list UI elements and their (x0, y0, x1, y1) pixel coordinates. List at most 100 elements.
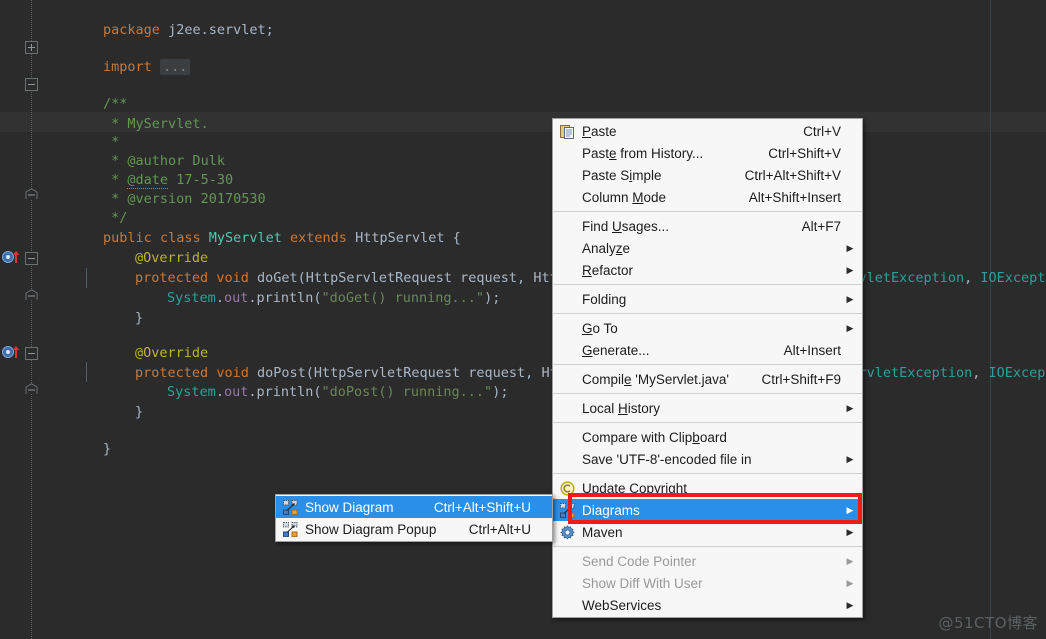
clipboard-paste-icon (556, 122, 578, 140)
import-fold-placeholder[interactable]: ... (159, 59, 191, 75)
menu-item-webservices[interactable]: WebServices ▶ (553, 594, 862, 616)
fold-end-icon[interactable] (25, 289, 38, 300)
menu-separator (553, 546, 862, 547)
menu-item-compare-with-clipboard[interactable]: Compare with Clipboard (553, 426, 862, 448)
menu-separator (553, 313, 862, 314)
code-line: * @author Dulk (103, 153, 225, 169)
fold-end-icon[interactable] (25, 383, 38, 394)
indent-guide (86, 362, 87, 382)
menu-item-paste-from-history[interactable]: Paste from History... Ctrl+Shift+V (553, 142, 862, 164)
code-line: /** (103, 96, 128, 112)
code-line: public class MyServlet extends HttpServl… (103, 230, 461, 246)
menu-item-update-copyright[interactable]: Update Copyright (553, 477, 862, 499)
menu-item-label: Compile 'MyServlet.java' (582, 371, 729, 387)
menu-item-icon-slot (556, 450, 578, 468)
menu-item-shortcut: Ctrl+V (803, 123, 841, 139)
menu-item-icon-slot (556, 188, 578, 206)
editor-context-menu[interactable]: Paste Ctrl+V Paste from History... Ctrl+Shi… (552, 118, 863, 618)
fold-expand-icon[interactable] (25, 41, 38, 54)
menu-item-icon-slot (556, 319, 578, 337)
menu-item-shortcut: Ctrl+Alt+Shift+V (744, 167, 841, 183)
diagram-icon (556, 501, 578, 519)
menu-item-label: Analyze (582, 240, 631, 256)
menu-item-label: Generate... (582, 342, 650, 358)
menu-item-icon-slot (556, 596, 578, 614)
menu-item-icon-slot (556, 574, 578, 592)
menu-item-send-code-pointer: Send Code Pointer ▶ (553, 550, 862, 572)
menu-separator (553, 393, 862, 394)
menu-item-shortcut: Ctrl+Shift+V (768, 145, 841, 161)
menu-item-save-utf-8-encoded-file-in[interactable]: Save 'UTF-8'-encoded file in ▶ (553, 448, 862, 470)
menu-item-shortcut: Alt+F7 (801, 218, 841, 234)
ide-editor-screen: package j2ee.servlet; import ... /** * M… (0, 0, 1046, 639)
menu-item-label: Compare with Clipboard (582, 429, 727, 445)
menu-item-icon-slot (556, 217, 578, 235)
diagram-icon (279, 498, 301, 516)
code-editor[interactable]: package j2ee.servlet; import ... /** * M… (0, 0, 1046, 639)
menu-item-column-mode[interactable]: Column Mode Alt+Shift+Insert (553, 186, 862, 208)
menu-item-icon-slot (556, 290, 578, 308)
menu-item-icon-slot (556, 239, 578, 257)
menu-item-shortcut: Ctrl+Alt+Shift+U (433, 499, 531, 515)
submenu-arrow-icon: ▶ (846, 242, 854, 253)
menu-item-find-usages[interactable]: Find Usages... Alt+F7 (553, 215, 862, 237)
code-line: System.out.println("doGet() running...")… (167, 290, 501, 306)
menu-item-show-diagram-popup[interactable]: Show Diagram Popup Ctrl+Alt+U (276, 518, 552, 540)
menu-item-label: Maven (582, 524, 623, 540)
code-line: @Override (135, 345, 209, 361)
menu-item-icon-slot (556, 428, 578, 446)
menu-item-label: Go To (582, 320, 618, 336)
menu-item-icon-slot (556, 261, 578, 279)
code-line: */ (103, 210, 128, 226)
menu-separator (553, 422, 862, 423)
code-line: System.out.println("doPost() running..."… (167, 384, 509, 400)
diagrams-submenu[interactable]: Show Diagram Ctrl+Alt+Shift+U Show Diagram… (275, 494, 553, 542)
menu-item-label: Save 'UTF-8'-encoded file in (582, 451, 752, 467)
menu-item-icon-slot (556, 341, 578, 359)
overriding-method-icon[interactable] (2, 249, 22, 265)
menu-separator (553, 473, 862, 474)
code-line: * MyServlet. (103, 116, 209, 132)
menu-item-analyze[interactable]: Analyze ▶ (553, 237, 862, 259)
menu-item-label: Paste (582, 123, 617, 139)
fold-collapse-icon[interactable] (25, 78, 38, 91)
submenu-arrow-icon: ▶ (846, 599, 854, 610)
menu-item-paste[interactable]: Paste Ctrl+V (553, 120, 862, 142)
menu-item-refactor[interactable]: Refactor ▶ (553, 259, 862, 281)
menu-item-show-diagram[interactable]: Show Diagram Ctrl+Alt+Shift+U (276, 496, 552, 518)
menu-separator (553, 364, 862, 365)
menu-item-label: Update Copyright (582, 480, 688, 496)
menu-item-shortcut: Ctrl+Shift+F9 (761, 371, 841, 387)
submenu-arrow-icon: ▶ (846, 453, 854, 464)
menu-item-go-to[interactable]: Go To ▶ (553, 317, 862, 339)
code-line: } (135, 310, 144, 326)
menu-item-label: Folding (582, 291, 627, 307)
menu-item-local-history[interactable]: Local History ▶ (553, 397, 862, 419)
menu-item-label: Local History (582, 400, 661, 416)
code-line: * @date 17-5-30 (103, 172, 234, 189)
menu-item-icon-slot (556, 370, 578, 388)
menu-item-label: Diagrams (582, 502, 640, 518)
menu-item-folding[interactable]: Folding ▶ (553, 288, 862, 310)
menu-item-icon-slot (556, 166, 578, 184)
code-line: import ... (38, 37, 191, 75)
menu-item-label: Show Diagram (305, 499, 394, 515)
menu-item-label: Paste Simple (582, 167, 662, 183)
menu-item-maven[interactable]: Maven ▶ (553, 521, 862, 543)
copyright-icon (556, 479, 578, 497)
submenu-arrow-icon: ▶ (846, 555, 854, 566)
menu-item-generate[interactable]: Generate... Alt+Insert (553, 339, 862, 361)
menu-item-paste-simple[interactable]: Paste Simple Ctrl+Alt+Shift+V (553, 164, 862, 186)
menu-item-label: Refactor (582, 262, 634, 278)
overriding-method-icon[interactable] (2, 344, 22, 360)
fold-collapse-icon[interactable] (25, 252, 38, 265)
maven-gear-icon (556, 523, 578, 541)
menu-item-label: Column Mode (582, 189, 667, 205)
menu-item-icon-slot (556, 144, 578, 162)
menu-item-compile-myservlet-java[interactable]: Compile 'MyServlet.java' Ctrl+Shift+F9 (553, 368, 862, 390)
fold-collapse-icon[interactable] (25, 347, 38, 360)
fold-end-icon[interactable] (25, 188, 38, 199)
menu-item-label: Send Code Pointer (582, 553, 697, 569)
menu-item-diagrams[interactable]: Diagrams ▶ (553, 499, 862, 521)
submenu-arrow-icon: ▶ (846, 402, 854, 413)
